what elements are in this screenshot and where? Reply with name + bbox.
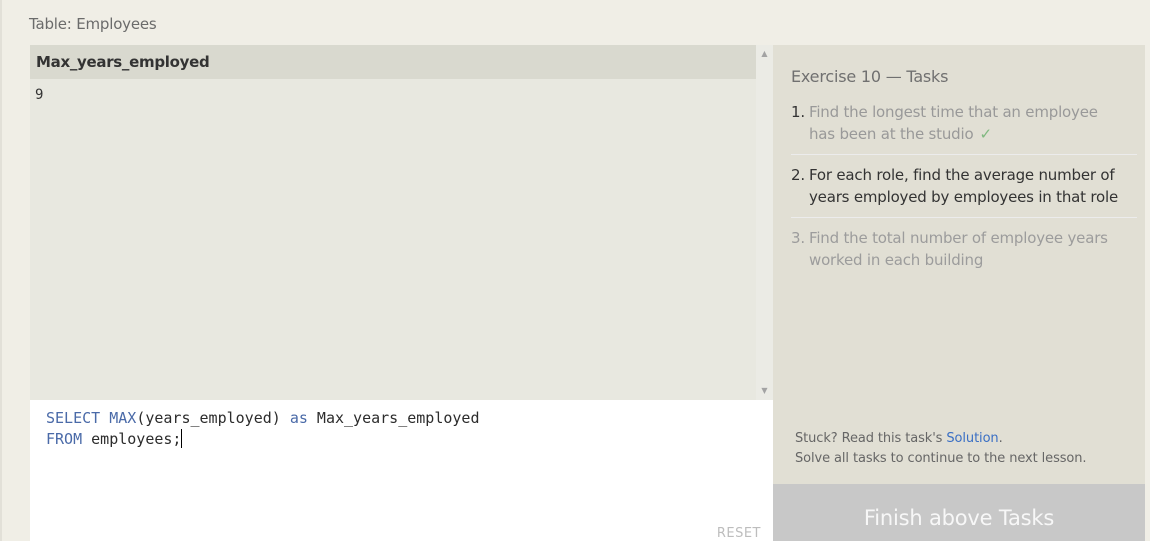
sql-alias: Max_years_employed (307, 409, 480, 427)
table-label: Table: Employees (29, 15, 157, 33)
results-cell: 9 (35, 87, 44, 103)
sql-keyword-as: as (289, 409, 308, 427)
code-line-1: SELECT MAX(years_employed) as Max_years_… (46, 409, 480, 427)
scroll-up-icon[interactable]: ▲ (756, 47, 773, 61)
sql-keyword-from: FROM (46, 430, 83, 448)
code-line-2: FROM employees; (46, 429, 183, 448)
stuck-suffix: . (998, 431, 1003, 446)
continue-note: Solve all tasks to continue to the next … (795, 451, 1087, 466)
sql-editor[interactable]: SELECT MAX(years_employed) as Max_years_… (30, 400, 773, 541)
text-caret (181, 429, 183, 448)
page-left-border (0, 0, 2, 541)
reset-button[interactable]: RESET (717, 526, 761, 541)
stuck-prefix: Stuck? Read this task's (795, 431, 947, 446)
results-scrollbar[interactable]: ▲ ▼ (756, 45, 773, 400)
results-panel: Max_years_employed 9 ▲ ▼ (30, 45, 773, 400)
task-number: 2. (791, 166, 805, 184)
tasks-panel: Exercise 10 — Tasks 1. Find the longest … (773, 45, 1145, 484)
sql-text: (years_employed) (136, 409, 290, 427)
solution-link[interactable]: Solution (946, 431, 998, 446)
tasks-title: Exercise 10 — Tasks (791, 67, 949, 86)
task-item-1: 1. Find the longest time that an employe… (791, 101, 1137, 155)
task-item-2: 2. For each role, find the average numbe… (791, 164, 1137, 218)
task-list: 1. Find the longest time that an employe… (791, 101, 1137, 289)
scroll-down-icon[interactable]: ▼ (756, 384, 773, 398)
task-text: Find the total number of employee years … (809, 229, 1108, 269)
task-text: Find the longest time that an employee h… (809, 101, 1137, 145)
task-number: 1. (791, 103, 805, 121)
task-text-content: Find the longest time that an employee h… (809, 103, 1098, 143)
stuck-help: Stuck? Read this task's Solution. Solve … (795, 429, 1087, 469)
page-right-border (1145, 45, 1150, 541)
check-icon: ✓ (979, 125, 992, 143)
results-column-header: Max_years_employed (30, 45, 756, 79)
finish-tasks-button[interactable]: Finish above Tasks (773, 484, 1145, 541)
task-text: For each role, find the average number o… (809, 166, 1119, 206)
sql-function-max: MAX (100, 409, 137, 427)
task-number: 3. (791, 229, 805, 247)
task-item-3: 3. Find the total number of employee yea… (791, 227, 1137, 280)
sql-table: employees; (82, 430, 182, 448)
sql-keyword-select: SELECT (46, 409, 101, 427)
